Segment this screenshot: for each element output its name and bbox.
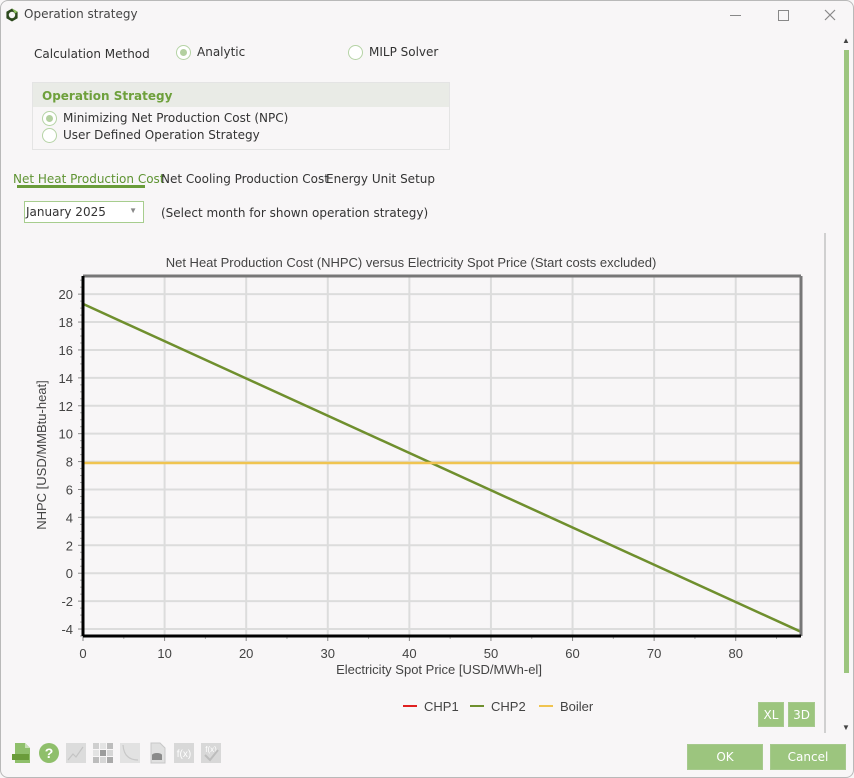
radio-user-defined-label[interactable]: User Defined Operation Strategy [63,128,260,142]
month-select[interactable]: January 2025 ▼ [24,201,144,223]
cancel-button[interactable]: Cancel [770,744,846,770]
chart-title: Net Heat Production Cost (NHPC) versus E… [166,255,657,270]
series-line-chp2 [82,302,802,633]
legend-label: Boiler [560,699,594,714]
y-tick-label: 10 [59,427,73,442]
chart-lines [82,302,802,633]
y-tick-label: -4 [61,622,73,637]
y-axis-label: NHPC [USD/MMBtu-heat] [34,380,49,530]
x-tick-label: 30 [321,646,335,661]
x-tick-label: 10 [157,646,171,661]
y-tick-label: 14 [59,371,73,386]
curve-icon[interactable] [119,742,141,764]
line-chart-icon[interactable] [65,742,87,764]
svg-text:?: ? [45,745,54,761]
operation-strategy-header: Operation Strategy [33,83,449,107]
y-tick-label: 2 [66,538,73,553]
x-tick-label: 70 [647,646,661,661]
calculation-method-label: Calculation Method [34,47,150,61]
close-button[interactable] [817,4,843,26]
scroll-down-arrow-icon[interactable]: ▼ [842,723,850,732]
y-tick-label: 8 [66,455,73,470]
radio-analytic-label[interactable]: Analytic [197,45,245,59]
x-tick-label: 60 [565,646,579,661]
vertical-scrollbar[interactable]: ▲ ▼ [841,36,853,736]
chevron-down-icon: ▼ [129,206,137,215]
y-tick-label: 4 [66,510,73,525]
app-logo-icon [6,8,18,22]
ok-button[interactable]: OK [687,744,763,770]
y-tick-label: 20 [59,287,73,302]
tab-energy-unit-setup[interactable]: Energy Unit Setup [326,172,435,186]
y-tick-label: 6 [66,482,73,497]
scrollbar-thumb[interactable] [844,50,849,673]
minimize-icon [729,14,741,16]
chart-legend: CHP1 CHP2 Boiler [403,699,594,714]
svg-text:f(x): f(x) [177,749,191,760]
radio-milp-label[interactable]: MILP Solver [369,45,438,59]
legend-item-chp2: CHP2 [470,699,526,714]
legend-label: CHP1 [424,699,459,714]
radio-npc-label[interactable]: Minimizing Net Production Cost (NPC) [63,111,288,125]
active-tab-indicator [17,185,145,188]
tab-net-heat-production-cost[interactable]: Net Heat Production Cost [13,172,165,186]
y-tick-label: 12 [59,399,73,414]
radio-analytic-circle[interactable] [176,45,191,60]
title-bar: Operation strategy [0,0,854,30]
tab-net-cooling-production-cost[interactable]: Net Cooling Production Cost [161,172,329,186]
xl-export-button[interactable]: XL [758,702,784,727]
month-select-value: January 2025 [26,205,106,219]
radio-user-defined-circle[interactable] [42,128,57,143]
close-icon [824,9,836,21]
x-axis-label: Electricity Spot Price [USD/MWh-el] [336,662,542,677]
window-title: Operation strategy [24,7,138,21]
minimize-button[interactable] [722,4,748,26]
radio-npc-circle[interactable] [42,111,57,126]
maximize-button[interactable] [770,4,796,26]
y-axis-ticks: -4 -2 0 2 4 6 8 10 12 14 16 18 20 [59,279,83,637]
radio-milp-circle[interactable] [348,45,363,60]
function-icon[interactable]: f(x) [173,742,195,764]
y-tick-label: 16 [59,343,73,358]
y-tick-label: -2 [61,594,73,609]
nhpc-chart: Net Heat Production Cost (NHPC) versus E… [34,255,803,714]
legend-item-chp1: CHP1 [403,699,459,714]
export-jpg-icon[interactable] [11,742,33,764]
function-check-icon[interactable]: f(x) [200,742,222,764]
y-tick-label: 0 [66,566,73,581]
help-icon[interactable]: ? [38,742,60,764]
legend-label: CHP2 [491,699,526,714]
database-report-icon[interactable] [146,742,168,764]
maximize-icon [777,9,789,21]
legend-item-boiler: Boiler [539,699,594,714]
x-tick-label: 40 [402,646,416,661]
x-tick-label: 50 [484,646,498,661]
scroll-up-arrow-icon[interactable]: ▲ [842,36,850,45]
heatmap-icon[interactable] [92,742,114,764]
y-tick-label: 18 [59,315,73,330]
x-tick-label: 80 [728,646,742,661]
x-tick-label: 20 [239,646,253,661]
operation-strategy-title: Operation Strategy [42,89,173,103]
x-tick-label: 0 [79,646,86,661]
x-axis-ticks: 0 10 20 30 40 50 60 70 80 [79,636,778,661]
month-select-hint: (Select month for shown operation strate… [161,206,429,220]
3d-view-button[interactable]: 3D [788,702,815,727]
